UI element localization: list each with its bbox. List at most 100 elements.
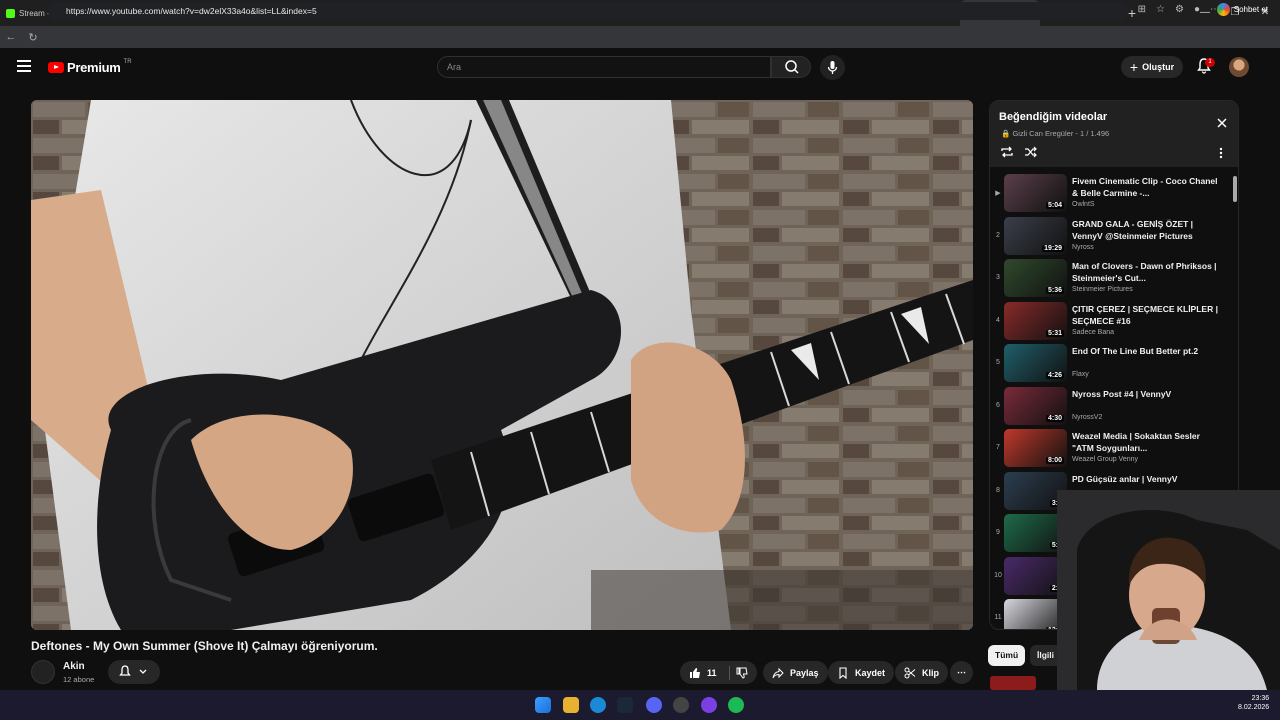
extensions-icon[interactable]: ⊞ — [1138, 4, 1146, 15]
back-icon[interactable]: ← — [0, 31, 22, 43]
video-player[interactable] — [31, 100, 973, 630]
obs-icon[interactable] — [673, 697, 689, 713]
share-button[interactable]: Paylaş — [763, 661, 828, 684]
file-explorer-icon[interactable] — [563, 697, 579, 713]
thumbs-down-icon[interactable] — [736, 667, 748, 679]
playlist-item-title[interactable]: Man of Clovers - Dawn of Phriksos | Stei… — [1072, 260, 1220, 284]
clock-date: 8.02.2026 — [1238, 704, 1270, 711]
channel-name[interactable]: Akin — [63, 661, 85, 672]
gemini-icon — [1216, 3, 1230, 16]
more-actions-button[interactable]: ⋯ — [950, 661, 973, 684]
chip-all[interactable]: Tümü — [988, 645, 1026, 666]
reload-icon[interactable]: ↻ — [22, 31, 44, 44]
playlist-item-title[interactable]: Fivem Cinematic Clip - Coco Chanel & Bel… — [1072, 175, 1220, 199]
loop-icon[interactable] — [1000, 146, 1014, 158]
playlist-title[interactable]: Beğendiğim videolar — [999, 111, 1107, 123]
bookmark-icon — [839, 666, 847, 679]
create-label: Oluştur — [1142, 62, 1175, 72]
playlist-item[interactable]: 5 4:26 End Of The Line But Better pt.2 Flax… — [990, 343, 1225, 385]
shuffle-icon[interactable] — [1024, 146, 1038, 158]
search-button[interactable] — [771, 56, 811, 78]
menu-icon[interactable] — [17, 60, 31, 72]
spotify-icon[interactable] — [728, 697, 744, 713]
playlist-item[interactable]: 2 19:29 GRAND GALA - GENİŞ ÖZET | VennyV @… — [990, 216, 1225, 258]
save-button[interactable]: Kaydet — [828, 661, 895, 684]
clip-label: Klip — [922, 667, 939, 678]
windows-taskbar — [0, 690, 1280, 720]
playlist-item-duration: 5:31 — [1045, 329, 1064, 337]
tab-favicon-icon — [6, 8, 15, 18]
like-count: 11 — [707, 667, 717, 678]
playlist-item-thumbnail[interactable]: 4:26 — [1004, 344, 1067, 382]
playlist-item[interactable]: 4 5:31 ÇITIR ÇEREZ | SEÇMECE KLİPLER | SEÇ… — [990, 301, 1225, 343]
playlist-owner-progress: Can Eregüler - 1 / 1.496 — [1029, 129, 1110, 138]
url-field[interactable]: https://www.youtube.com/watch?v=dw2elX33… — [48, 2, 1128, 20]
address-bar-row: ← ↻ — [0, 26, 1280, 48]
playlist-item-duration: 8:00 — [1045, 457, 1064, 464]
close-playlist-icon[interactable] — [1216, 117, 1228, 129]
start-icon[interactable] — [535, 697, 551, 713]
like-button[interactable]: 11 — [680, 661, 757, 684]
playlist-item-channel: Nyross — [1072, 243, 1094, 251]
steam-icon[interactable] — [617, 697, 633, 713]
playlist-subtitle: 🔒 Gizli Can Eregüler - 1 / 1.496 — [1001, 129, 1109, 138]
search-input[interactable]: Ara — [437, 56, 771, 78]
related-thumbnail[interactable] — [990, 676, 1036, 690]
playlist-scrollbar[interactable] — [1233, 176, 1237, 202]
playlist-item-duration: 5:36 — [1045, 287, 1064, 294]
video-frame — [31, 100, 973, 630]
discord-icon[interactable] — [646, 697, 662, 713]
create-button[interactable]: + Oluştur — [1121, 56, 1183, 78]
chat-button[interactable]: Sohbet et — [1216, 3, 1268, 16]
app-icon[interactable] — [701, 697, 717, 713]
playlist-item[interactable]: ▶ 5:04 Fivem Cinematic Clip - Coco Chanel … — [990, 173, 1225, 215]
playlist-item-thumbnail[interactable]: 19:29 — [1004, 216, 1067, 255]
playlist-item-title[interactable]: GRAND GALA - GENİŞ ÖZET | VennyV @Steinm… — [1072, 218, 1220, 242]
playlist-item-title[interactable]: Weazel Media | Sokaktan Sesler "ATM Soyg… — [1072, 430, 1220, 454]
edge-icon[interactable] — [590, 697, 606, 713]
thumbs-up-icon — [690, 667, 700, 678]
system-clock: 23:36 8.02.2026 — [1238, 694, 1269, 712]
playlist-item-thumbnail[interactable]: 5:04 — [1004, 174, 1067, 212]
playlist-more-icon[interactable] — [1219, 147, 1223, 159]
playlist-item-index: 7 — [996, 444, 1000, 451]
playlist-item-index: 4 — [996, 316, 1000, 324]
playlist-item-channel: Steinmeier Pictures — [1072, 286, 1133, 293]
profile-avatar-icon[interactable]: ● — [1194, 4, 1200, 15]
playlist-item[interactable]: 7 8:00 Weazel Media | Sokaktan Sesler "ATM… — [990, 428, 1225, 470]
subscribe-notification-button[interactable] — [108, 660, 160, 684]
channel-avatar[interactable] — [31, 660, 55, 684]
playlist-item-duration: 19:29 — [1042, 244, 1064, 252]
address-icons: ⊞ ☆ ⚙ ● ⋯ — [1138, 4, 1220, 15]
playlist-item-title[interactable]: ÇITIR ÇEREZ | SEÇMECE KLİPLER | SEÇMECE … — [1072, 303, 1220, 327]
playlist-item-thumbnail[interactable]: 4:30 — [1004, 386, 1067, 425]
account-avatar[interactable] — [1229, 57, 1249, 77]
youtube-logo[interactable]: Premium TR — [48, 59, 132, 75]
playlist-privacy: Gizli — [1012, 129, 1028, 138]
playlist-item-title[interactable]: End Of The Line But Better pt.2 — [1072, 345, 1220, 357]
playlist-item[interactable]: 3 5:36 Man of Clovers - Dawn of Phriksos |… — [990, 258, 1225, 300]
webcam-overlay — [1057, 490, 1280, 690]
puzzle-icon[interactable]: ⚙ — [1175, 4, 1184, 15]
playlist-item-title[interactable]: PD Güçsüz anlar | VennyV — [1072, 473, 1220, 485]
playlist-item-duration: 5:04 — [1045, 202, 1064, 209]
clock-time: 23:36 — [1251, 695, 1270, 702]
playlist-item-thumbnail[interactable]: 5:36 — [1004, 259, 1067, 297]
playlist-item-channel: OwlntS — [1072, 201, 1095, 208]
playlist-item-thumbnail[interactable]: 5:31 — [1004, 301, 1067, 340]
share-icon — [772, 667, 784, 678]
playlist-item-index: 9 — [996, 529, 1000, 536]
subscriber-count: 12 abone — [63, 675, 95, 684]
playlist-item-title[interactable]: Nyross Post #4 | VennyV — [1072, 388, 1220, 400]
playlist-item-index: ▶ — [995, 190, 1001, 197]
voice-search-button[interactable] — [820, 55, 845, 80]
playlist-item-thumbnail[interactable]: 8:00 — [1004, 429, 1067, 467]
plus-icon: + — [1129, 59, 1139, 75]
more-horizontal-icon: ⋯ — [957, 667, 966, 677]
playlist-item-index: 6 — [996, 401, 1000, 409]
video-title: Deftones - My Own Summer (Shove It) Çalm… — [31, 639, 378, 653]
playlist-item-index: 5 — [996, 359, 1000, 366]
playlist-item[interactable]: 6 4:30 Nyross Post #4 | VennyV NyrossV2 — [990, 386, 1225, 428]
clip-button[interactable]: Klip — [895, 661, 948, 684]
bookmark-star-icon[interactable]: ☆ — [1156, 4, 1165, 15]
